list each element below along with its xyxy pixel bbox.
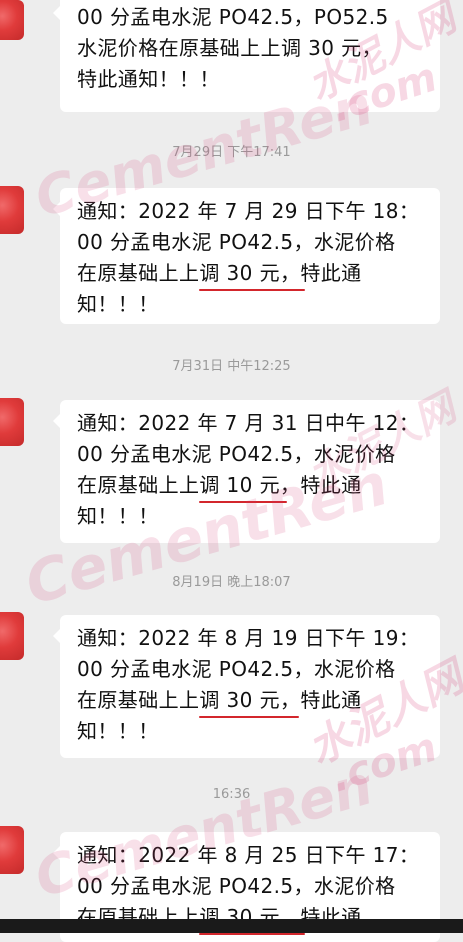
avatar[interactable] bbox=[0, 612, 24, 660]
message-timestamp: 7月31日 中午12:25 bbox=[172, 359, 291, 374]
message-text: 00 分孟电水泥 PO42.5，PO52.5 水泥价格在原基础上上调 30 元，… bbox=[77, 5, 389, 91]
avatar[interactable] bbox=[0, 398, 24, 446]
avatar[interactable] bbox=[0, 0, 24, 40]
message-bubble[interactable]: 通知：2022 年 7 月 29 日下午 18： 00 分孟电水泥 PO42.5… bbox=[53, 188, 440, 324]
chat-view: 00 分孟电水泥 PO42.5，PO52.5 水泥价格在原基础上上调 30 元，… bbox=[0, 0, 463, 942]
message-timestamp: 7月29日 下午17:41 bbox=[172, 145, 291, 160]
highlight-underline bbox=[199, 289, 305, 291]
message-bubble[interactable]: 通知：2022 年 8 月 19 日下午 19： 00 分孟电水泥 PO42.5… bbox=[53, 615, 440, 758]
avatar[interactable] bbox=[0, 186, 24, 234]
message-timestamp: 16:36 bbox=[212, 787, 251, 802]
message-text: 通知：2022 年 7 月 29 日下午 18： 00 分孟电水泥 PO42.5… bbox=[77, 199, 420, 316]
highlight-underline bbox=[199, 933, 305, 935]
highlight-underline bbox=[199, 501, 287, 503]
message-bubble[interactable]: 00 分孟电水泥 PO42.5，PO52.5 水泥价格在原基础上上调 30 元，… bbox=[53, 0, 440, 112]
message-bubble[interactable]: 通知：2022 年 7 月 31 日中午 12： 00 分孟电水泥 PO42.5… bbox=[53, 400, 440, 543]
bottom-edge-bar bbox=[0, 919, 463, 933]
avatar[interactable] bbox=[0, 826, 24, 874]
highlight-underline bbox=[199, 716, 299, 718]
message-text: 通知：2022 年 7 月 31 日中午 12： 00 分孟电水泥 PO42.5… bbox=[77, 411, 420, 528]
message-text: 通知：2022 年 8 月 19 日下午 19： 00 分孟电水泥 PO42.5… bbox=[77, 626, 420, 743]
message-timestamp: 8月19日 晚上18:07 bbox=[172, 575, 291, 590]
